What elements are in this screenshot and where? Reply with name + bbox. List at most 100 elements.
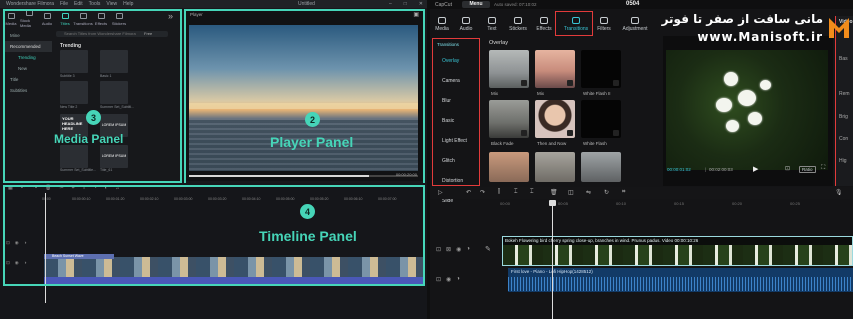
- prop-remove[interactable]: Rem: [839, 91, 850, 97]
- sidebar-item-recommended[interactable]: Recommended: [4, 41, 52, 52]
- redo-icon[interactable]: ↷: [33, 185, 37, 193]
- color-icon[interactable]: ◐: [105, 185, 108, 193]
- tab-stickers[interactable]: Stickers: [110, 9, 128, 29]
- crop-icon[interactable]: ⌗: [622, 189, 625, 196]
- lock-icon[interactable]: ⊡: [6, 240, 10, 246]
- chevron-right-icon[interactable]: »: [168, 11, 173, 21]
- ratio-button[interactable]: Ratio: [799, 166, 816, 173]
- mirror-icon[interactable]: ⇋: [586, 189, 591, 196]
- download-icon[interactable]: [567, 130, 573, 136]
- filter-dropdown[interactable]: Free: [144, 31, 152, 36]
- menu-edit[interactable]: Edit: [74, 1, 83, 7]
- transition-thumbnail[interactable]: [535, 152, 575, 182]
- prop-contrast[interactable]: Con: [839, 136, 848, 142]
- undo-icon[interactable]: ↶: [466, 189, 471, 196]
- audio-clip[interactable]: First love - Piano - Lofi HipHop(1428512…: [508, 268, 853, 292]
- lock-track-icon[interactable]: ⊠: [446, 246, 451, 253]
- transition-thumbnail[interactable]: [581, 152, 621, 182]
- tab-adjustment[interactable]: Adjustment: [618, 10, 652, 35]
- category-blur[interactable]: Blur: [433, 91, 479, 111]
- category-camera[interactable]: Camera: [433, 71, 479, 91]
- category-light-effect[interactable]: Light Effect: [433, 131, 479, 151]
- tab-text[interactable]: Text: [480, 10, 504, 35]
- video-clip[interactable]: [44, 257, 424, 277]
- eye-icon[interactable]: ◉: [15, 240, 19, 246]
- maximize-icon[interactable]: □: [404, 1, 407, 7]
- audio-clip[interactable]: [44, 277, 424, 285]
- menu-button[interactable]: Menu: [462, 1, 490, 8]
- transition-thumbnail[interactable]: [581, 50, 621, 88]
- mute-icon[interactable]: ◑: [24, 240, 27, 246]
- tab-media[interactable]: Media: [430, 10, 454, 35]
- tab-transitions[interactable]: Transitions: [560, 10, 592, 35]
- playhead[interactable]: [45, 193, 46, 303]
- download-icon[interactable]: [521, 80, 527, 86]
- tab-audio[interactable]: Audio: [38, 9, 56, 29]
- menu-help[interactable]: Help: [123, 1, 133, 7]
- category-header[interactable]: Transitions: [433, 39, 479, 51]
- transition-thumbnail[interactable]: [489, 152, 529, 182]
- fit-icon[interactable]: ⊡: [785, 165, 790, 172]
- snapshot-icon[interactable]: ▣: [413, 11, 419, 18]
- mute-icon[interactable]: ◑: [456, 276, 460, 283]
- close-icon[interactable]: ✕: [419, 1, 423, 7]
- title-thumbnail[interactable]: [60, 81, 88, 104]
- download-icon[interactable]: [613, 80, 619, 86]
- download-icon[interactable]: [567, 80, 573, 86]
- minimize-icon[interactable]: –: [389, 1, 392, 7]
- select-icon[interactable]: ▷: [438, 189, 443, 196]
- fullscreen-icon[interactable]: ⛶: [821, 165, 825, 172]
- transition-thumbnail[interactable]: [535, 50, 575, 88]
- title-thumbnail[interactable]: [100, 81, 128, 104]
- menu-view[interactable]: View: [106, 1, 117, 7]
- tab-titles[interactable]: Titles: [56, 9, 74, 29]
- download-icon[interactable]: [613, 130, 619, 136]
- transition-thumbnail[interactable]: [489, 100, 529, 138]
- tab-audio[interactable]: Audio: [454, 10, 478, 35]
- transition-thumbnail[interactable]: [535, 100, 575, 138]
- eye-icon[interactable]: ◉: [456, 246, 461, 253]
- speed-icon[interactable]: ◔: [94, 185, 97, 193]
- title-thumbnail[interactable]: [60, 50, 88, 73]
- menu-tools[interactable]: Tools: [89, 1, 101, 7]
- prop-highlight[interactable]: Hig: [839, 158, 847, 164]
- prop-basic[interactable]: Bas: [839, 56, 848, 62]
- grid-icon[interactable]: ▦: [8, 185, 13, 193]
- redo-icon[interactable]: ↷: [480, 189, 485, 196]
- sidebar-item-title[interactable]: Title: [4, 74, 52, 85]
- video-clip[interactable]: Bokeh Flowering bird cherry spring close…: [502, 236, 853, 266]
- transition-thumbnail[interactable]: [489, 50, 529, 88]
- play-icon[interactable]: ▶: [753, 165, 758, 173]
- tab-effects[interactable]: Effects: [92, 9, 110, 29]
- eye-icon[interactable]: ◉: [446, 276, 451, 283]
- audio-icon[interactable]: ♫: [116, 185, 120, 193]
- eye-icon[interactable]: ◉: [15, 260, 19, 266]
- split-icon[interactable]: ⫿: [498, 189, 500, 196]
- sidebar-item-mine[interactable]: Mine: [4, 30, 52, 41]
- lock-icon[interactable]: ⊡: [436, 246, 441, 253]
- undo-icon[interactable]: ↶: [21, 185, 25, 193]
- split-right-icon[interactable]: ⌶: [530, 189, 534, 196]
- text-icon[interactable]: T: [83, 185, 86, 193]
- edit-icon[interactable]: ✎: [485, 245, 491, 253]
- lock-icon[interactable]: ⊡: [6, 260, 10, 266]
- tab-stickers[interactable]: Stickers: [506, 10, 530, 35]
- mute-icon[interactable]: ◑: [24, 260, 27, 266]
- sidebar-item-trending[interactable]: Trending: [4, 52, 52, 63]
- tab-transitions[interactable]: Transitions: [73, 9, 93, 29]
- title-thumbnail[interactable]: LOREM IPSUM: [100, 145, 128, 168]
- title-thumbnail[interactable]: [60, 145, 88, 168]
- lock-icon[interactable]: ⊡: [436, 276, 441, 283]
- tab-stock-media[interactable]: Stock Media: [20, 9, 38, 29]
- crop-icon[interactable]: ⌗: [72, 185, 75, 193]
- tab-effects[interactable]: Effects: [532, 10, 556, 35]
- freeze-icon[interactable]: ◫: [568, 189, 574, 196]
- sidebar-item-new[interactable]: New: [4, 63, 52, 74]
- delete-icon[interactable]: 🗑: [45, 185, 51, 193]
- prop-brightness[interactable]: Brig: [839, 114, 848, 120]
- tab-filters[interactable]: Filters: [592, 10, 616, 35]
- rotate-icon[interactable]: ↻: [604, 189, 609, 196]
- title-thumbnail[interactable]: [100, 50, 128, 73]
- delete-icon[interactable]: 🗑: [550, 189, 558, 196]
- tab-media[interactable]: Media: [2, 9, 20, 29]
